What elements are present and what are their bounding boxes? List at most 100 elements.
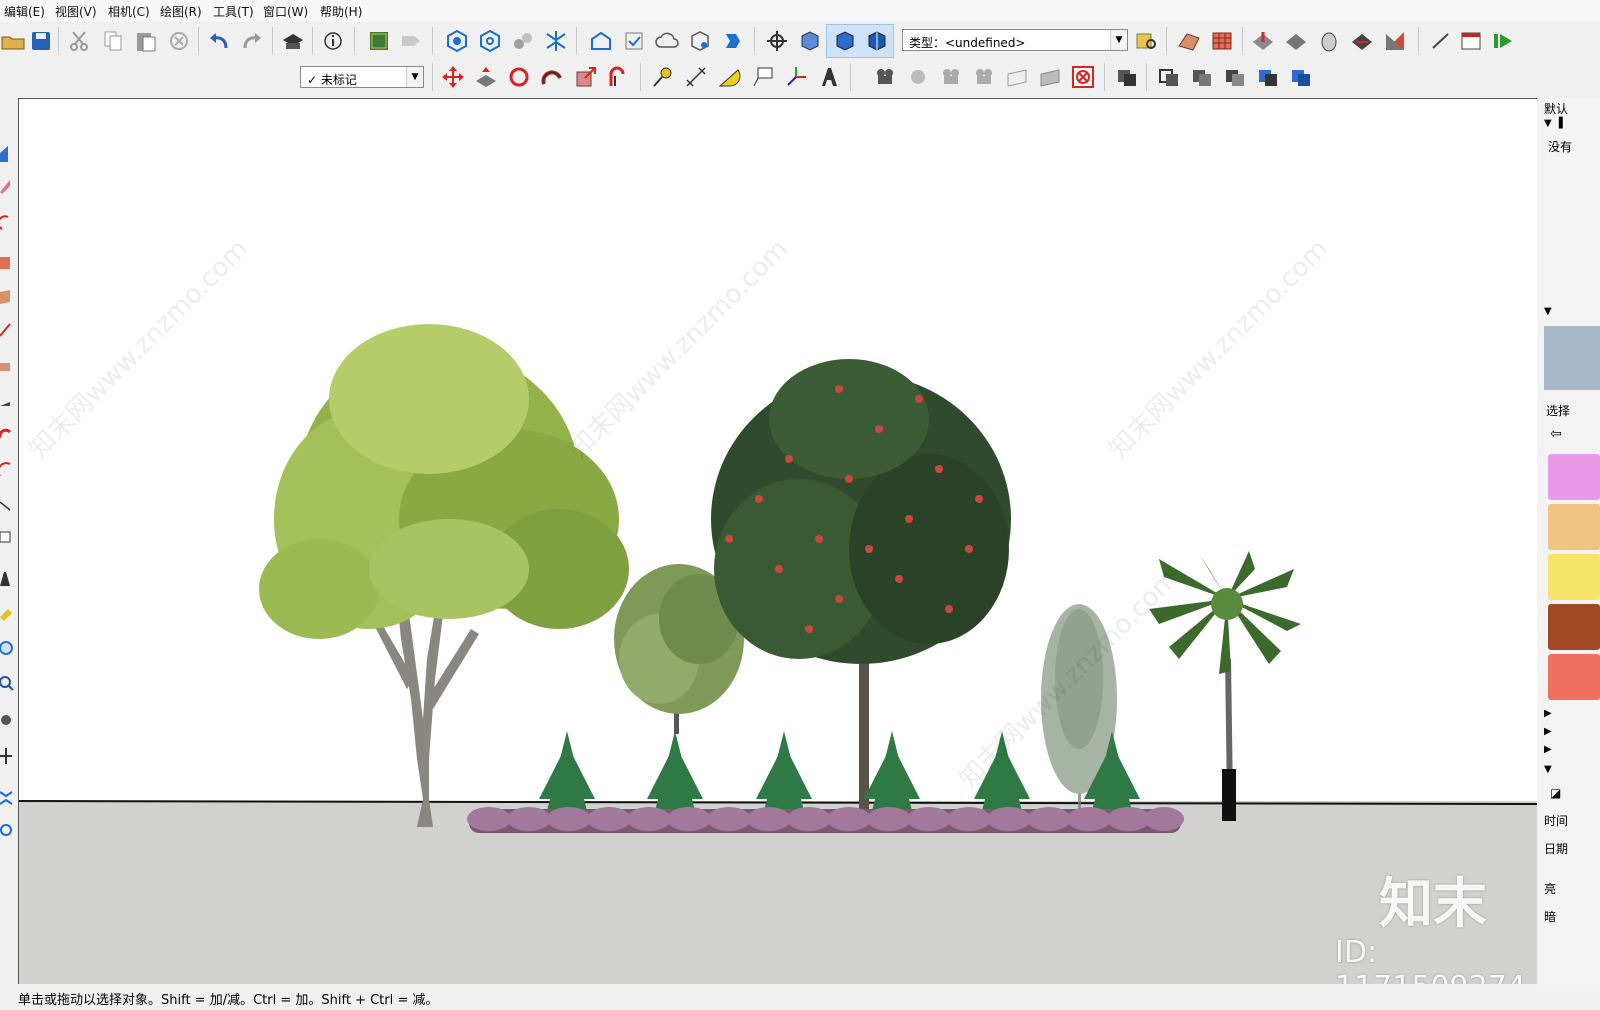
tape-measure-icon[interactable] — [650, 64, 676, 90]
solid-outer-shell-icon[interactable] — [1156, 64, 1182, 90]
arc-icon[interactable] — [0, 213, 14, 233]
3d-text-small-icon[interactable] — [0, 568, 14, 588]
extension-icon[interactable] — [720, 28, 746, 54]
menu-help[interactable]: 帮助(H) — [320, 3, 362, 20]
play-icon[interactable] — [1490, 28, 1516, 54]
component-edit-icon[interactable] — [477, 28, 503, 54]
menu-camera[interactable]: 相机(C) — [108, 3, 150, 20]
rectangle-icon[interactable] — [0, 253, 14, 273]
orbit-icon[interactable] — [764, 28, 790, 54]
material-swatch[interactable] — [1548, 654, 1600, 700]
ruby-console-icon[interactable] — [1458, 28, 1484, 54]
collapsed-section-toggle[interactable]: ▶ — [1544, 744, 1552, 755]
menu-tools[interactable]: 工具(T) — [213, 3, 254, 20]
model-viewport[interactable]: 知末网www.znzmo.com 知末网www.znzmo.com 知末网www… — [18, 98, 1537, 984]
dimension-small-icon[interactable] — [0, 496, 14, 516]
section-cut-icon[interactable] — [1070, 64, 1096, 90]
solid-split-icon[interactable] — [1288, 64, 1314, 90]
eraser-icon[interactable] — [0, 176, 14, 196]
paste-icon[interactable] — [133, 28, 159, 54]
model-info-icon[interactable] — [366, 28, 392, 54]
section-fill-icon[interactable] — [1037, 64, 1063, 90]
rotate-icon[interactable] — [506, 64, 532, 90]
menu-draw[interactable]: 绘图(R) — [160, 3, 202, 20]
follow-me-icon[interactable] — [539, 64, 565, 90]
look-icon[interactable] — [0, 746, 14, 766]
component-small-icon[interactable] — [0, 820, 14, 840]
drape-icon[interactable] — [1283, 28, 1309, 54]
line-icon[interactable] — [0, 320, 14, 340]
section-plane-icon[interactable] — [1004, 64, 1030, 90]
position-camera-icon[interactable] — [938, 64, 964, 90]
explode-small-icon[interactable] — [0, 788, 14, 808]
scale-icon[interactable] — [573, 64, 599, 90]
solid-subtract-icon[interactable] — [1222, 64, 1248, 90]
material-swatch[interactable] — [1548, 554, 1600, 600]
info-icon[interactable] — [320, 28, 346, 54]
material-swatch[interactable] — [1548, 454, 1600, 500]
offset-icon[interactable] — [606, 64, 632, 90]
zoom-icon[interactable] — [0, 673, 14, 693]
collapsed-section-toggle[interactable]: ▶ — [1544, 726, 1552, 737]
wand-icon[interactable] — [1428, 28, 1454, 54]
cloud-upload-icon[interactable] — [654, 28, 680, 54]
group-icon[interactable] — [510, 28, 536, 54]
textured-view-icon[interactable] — [864, 28, 890, 54]
stamp-icon[interactable] — [1250, 28, 1276, 54]
follow-icon[interactable] — [0, 426, 14, 446]
text-icon[interactable] — [750, 64, 776, 90]
freehand-icon[interactable] — [0, 353, 14, 373]
collapsed-section-toggle[interactable]: ▶ — [1544, 708, 1552, 719]
solid-intersect-icon[interactable] — [1189, 64, 1215, 90]
materials-section-toggle[interactable]: ▼ — [1544, 306, 1552, 317]
solid-trim-icon[interactable] — [1255, 64, 1281, 90]
paint-icon[interactable] — [0, 603, 14, 623]
iso-view-icon[interactable] — [797, 28, 823, 54]
zoom-window-icon[interactable] — [0, 638, 14, 658]
tag-icon[interactable] — [398, 28, 424, 54]
pencil-icon[interactable] — [0, 394, 14, 414]
save-icon[interactable] — [28, 28, 54, 54]
copy-icon[interactable] — [100, 28, 126, 54]
menu-window[interactable]: 窗口(W) — [263, 3, 308, 20]
undo-icon[interactable] — [206, 28, 232, 54]
back-arrow-icon[interactable]: ⇦ — [1550, 426, 1562, 442]
protractor-icon[interactable] — [716, 64, 742, 90]
look-around-icon[interactable] — [971, 64, 997, 90]
walk-icon[interactable] — [0, 710, 14, 730]
orbit-gray-icon[interactable] — [905, 64, 931, 90]
3d-text-icon[interactable] — [816, 64, 842, 90]
home-icon[interactable] — [0, 143, 14, 163]
material-swatch[interactable] — [1548, 504, 1600, 550]
push-pull-icon[interactable] — [473, 64, 499, 90]
add-detail-icon[interactable] — [1349, 28, 1375, 54]
component-icon[interactable] — [444, 28, 470, 54]
redo-icon[interactable] — [239, 28, 265, 54]
checkbox-icon[interactable] — [621, 28, 647, 54]
shadows-section-toggle[interactable]: ▼ — [1544, 764, 1552, 775]
move-icon[interactable] — [440, 64, 466, 90]
type-dropdown[interactable]: 类型：<undefined> ▼ — [902, 29, 1128, 51]
polygon-icon[interactable] — [0, 286, 14, 306]
print-icon[interactable] — [280, 28, 306, 54]
flip-edge-icon[interactable] — [1382, 28, 1408, 54]
material-swatch[interactable] — [1548, 604, 1600, 650]
solid-union-icon[interactable] — [1114, 64, 1140, 90]
axes-icon[interactable] — [783, 64, 809, 90]
menu-edit[interactable]: 编辑(E) — [4, 3, 45, 20]
shadow-toggle-icon[interactable]: ◪ — [1550, 786, 1561, 800]
text-small-icon[interactable] — [0, 528, 14, 548]
search-tag-icon[interactable] — [1133, 28, 1159, 54]
expand-arrow-icon[interactable]: ▼ ▐ — [1544, 118, 1563, 129]
dimension-icon[interactable] — [683, 64, 709, 90]
warehouse-icon[interactable] — [588, 28, 614, 54]
grid-terrain-icon[interactable] — [1209, 28, 1235, 54]
sandbox-icon[interactable] — [1176, 28, 1202, 54]
select-tab-label[interactable]: 选择 — [1546, 402, 1570, 419]
open-folder-icon[interactable] — [0, 28, 26, 54]
explode-icon[interactable] — [543, 28, 569, 54]
box-3d-icon[interactable] — [687, 28, 713, 54]
delete-icon[interactable] — [166, 28, 192, 54]
menu-view[interactable]: 视图(V) — [55, 3, 97, 20]
tag-dropdown[interactable]: ✓ 未标记 ▼ — [300, 66, 424, 88]
